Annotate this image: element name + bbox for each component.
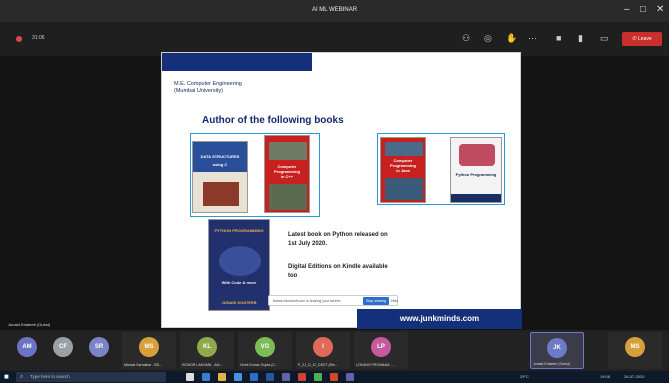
- people-icon[interactable]: ⚇: [462, 34, 470, 43]
- book-subtitle: in Java: [396, 168, 410, 173]
- book-cover-data-structures: DATA STRUCTURES using C: [192, 141, 248, 213]
- search-icon: ⌕: [20, 374, 24, 380]
- avatar: LP: [371, 337, 391, 357]
- reactions-icon[interactable]: ✋: [506, 34, 517, 43]
- participant-tile[interactable]: I P_21_D_IC_DSCT (Rw...: [296, 332, 350, 369]
- book-title: DATA STRUCTURES: [200, 154, 240, 159]
- avatar: CF: [53, 337, 73, 357]
- leave-button[interactable]: ✆ Leave: [622, 32, 662, 46]
- avatar: AM: [17, 337, 37, 357]
- participant-tile[interactable]: LP LOKANG PRONNAM - ...: [354, 332, 408, 369]
- word-icon[interactable]: [266, 373, 274, 381]
- book-subtitle: using C: [212, 162, 228, 167]
- book-subtitle: With Code & more: [221, 280, 257, 285]
- slide-heading: Author of the following books: [202, 115, 344, 126]
- file-explorer-icon[interactable]: [218, 373, 226, 381]
- dept-line-1: M.E. Computer Engineering: [174, 81, 242, 87]
- digital-editions-text: Digital Editions on Kindle available too: [288, 264, 388, 279]
- participant-tile[interactable]: MS: [608, 332, 662, 369]
- chat-icon[interactable]: ◎: [484, 34, 492, 43]
- latest-book-text: Latest book on Python released on 1st Ju…: [288, 232, 388, 247]
- taskbar-search[interactable]: ⌕ Type here to search: [16, 372, 166, 382]
- participant-tile[interactable]: AM: [12, 332, 42, 369]
- book-title: Computer Programming: [389, 158, 416, 168]
- participant-name: Junaid Khateeb (Guest): [533, 362, 570, 366]
- avatar: VG: [255, 337, 275, 357]
- title-bar: AI ML WEBINAR – □ ✕: [0, 0, 669, 22]
- camera-icon[interactable]: ■: [556, 34, 561, 43]
- teams-icon[interactable]: [282, 373, 290, 381]
- teams-icon-2[interactable]: [346, 373, 354, 381]
- participant-name: LOKANG PRONNAM - ...: [356, 363, 396, 367]
- stop-sharing-button[interactable]: Stop sharing: [363, 297, 389, 305]
- slide-department: M.E. Computer Engineering (Mumbai Univer…: [174, 81, 242, 95]
- task-view-icon[interactable]: [186, 373, 194, 381]
- participant-tile[interactable]: VG Vivek Kumar Gupta (C...: [238, 332, 292, 369]
- window-title: AI ML WEBINAR: [311, 7, 358, 13]
- mic-icon[interactable]: ▮: [578, 34, 583, 43]
- book-title: Computer Programming: [273, 164, 300, 174]
- maximize-icon[interactable]: □: [640, 4, 646, 15]
- slide-top-band: [162, 53, 312, 71]
- participant-strip: AM CF SR MS Manasi Sarnaikar - BS... KL …: [0, 330, 669, 371]
- book-cover-python: Python Programming: [450, 137, 502, 203]
- participant-tile[interactable]: CF: [48, 332, 78, 369]
- store-icon[interactable]: [234, 373, 242, 381]
- close-icon[interactable]: ✕: [656, 4, 664, 15]
- recording-dot-icon: [16, 36, 22, 42]
- share-notice-text: teams.microsoft.com is sharing your scre…: [273, 299, 342, 303]
- participant-name: Manasi Sarnaikar - BS...: [124, 363, 162, 367]
- avatar: KL: [197, 337, 217, 357]
- minimize-icon[interactable]: –: [624, 4, 630, 15]
- book-cover-java: Computer Programming in Java: [380, 137, 426, 203]
- book-cover-python-programming: PYTHON PROGRAMMING With Code & more JUNA…: [208, 219, 270, 311]
- hide-button[interactable]: Hide: [391, 299, 398, 303]
- participant-name: KISHOR LAKHANI - AM...: [182, 363, 223, 367]
- avatar: JK: [547, 338, 567, 358]
- book-author: JUNAID KHATEEB: [221, 300, 257, 305]
- avatar: MS: [625, 337, 645, 357]
- meeting-toolbar: 31:06 ⚇ ◎ ✋ ⋯ ■ ▮ ▭ ✆ Leave: [0, 22, 669, 56]
- mail-icon[interactable]: [250, 373, 258, 381]
- powerpoint-icon[interactable]: [330, 373, 338, 381]
- edge-icon[interactable]: [202, 373, 210, 381]
- taskbar-time: 19:06: [600, 374, 611, 379]
- screen-share-bar: teams.microsoft.com is sharing your scre…: [268, 295, 398, 306]
- book-title: PYTHON PROGRAMMING: [214, 228, 264, 233]
- presentation-slide: M.E. Computer Engineering (Mumbai Univer…: [161, 52, 522, 329]
- participant-tile[interactable]: MS Manasi Sarnaikar - BS...: [122, 332, 176, 369]
- speaker-label: Junaid Khateeb (Guest): [8, 322, 51, 327]
- opera-icon[interactable]: [298, 373, 306, 381]
- share-icon[interactable]: ▭: [600, 34, 609, 43]
- weather-text: 29°C: [520, 374, 529, 379]
- meeting-timer: 31:06: [32, 35, 45, 41]
- taskbar-date: 26-07-2020: [624, 374, 645, 379]
- participant-name: Vivek Kumar Gupta (C...: [240, 363, 278, 367]
- participant-tile-active[interactable]: JK Junaid Khateeb (Guest): [530, 332, 584, 369]
- more-icon[interactable]: ⋯: [528, 34, 537, 43]
- book-title: Python Programming: [455, 172, 497, 177]
- avatar: SR: [89, 337, 109, 357]
- participant-tile[interactable]: KL KISHOR LAKHANI - AM...: [180, 332, 234, 369]
- book-cover-cpp: Computer Programming in C++: [264, 135, 310, 213]
- participant-name: P_21_D_IC_DSCT (Rw...: [298, 363, 338, 367]
- chrome-icon[interactable]: [314, 373, 322, 381]
- participant-tile[interactable]: SR: [84, 332, 114, 369]
- website-banner: www.junkminds.com: [357, 309, 522, 329]
- windows-start-icon[interactable]: ■: [4, 373, 12, 381]
- avatar: MS: [139, 337, 159, 357]
- avatar: I: [313, 337, 333, 357]
- book-subtitle: in C++: [280, 174, 294, 179]
- dept-line-2: (Mumbai University): [174, 88, 223, 94]
- search-placeholder: Type here to search: [30, 374, 70, 379]
- windows-taskbar: ■ ⌕ Type here to search 29°C 19:06 26-07…: [0, 371, 669, 383]
